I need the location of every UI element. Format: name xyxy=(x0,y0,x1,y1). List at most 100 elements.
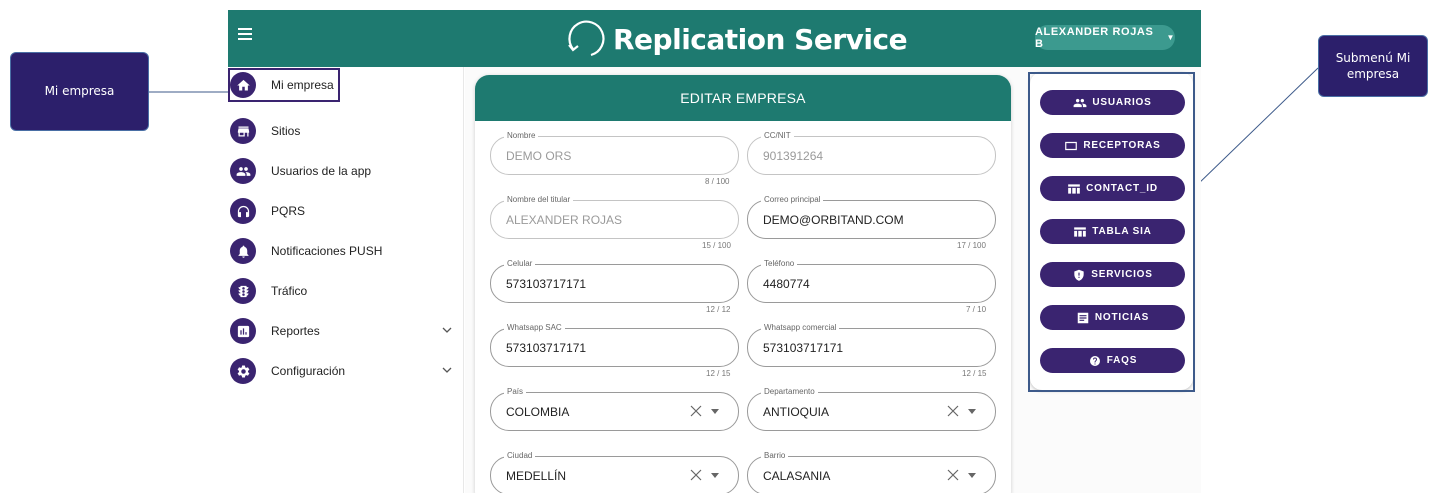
field-label: CC/NIT xyxy=(761,131,794,141)
sidebar-item-label: Usuarios de la app xyxy=(271,164,372,178)
button-label: RECEPTORAS xyxy=(1083,140,1161,151)
field-value: 573103717171 xyxy=(506,277,587,291)
barrio-select[interactable]: Barrio CALASANIA xyxy=(747,451,996,493)
field-label: Barrio xyxy=(761,451,789,461)
whatsapp-sac-field[interactable]: Whatsapp SAC 573103717171 xyxy=(490,323,739,367)
top-bar: Replication Service ALEXANDER ROJAS B ▼ xyxy=(228,10,1201,67)
close-icon[interactable] xyxy=(946,468,960,482)
sidebar-item-sitios[interactable]: Sitios xyxy=(228,114,460,148)
sidebar-item-configuracion[interactable]: Configuración xyxy=(228,354,460,388)
chevron-down-icon[interactable] xyxy=(442,365,452,375)
sidebar: Mi empresa Sitios Usuarios de la app PQR… xyxy=(228,67,464,493)
char-counter: 12 / 15 xyxy=(962,369,987,378)
sidebar-item-label: Mi empresa xyxy=(271,78,334,92)
caret-down-icon[interactable] xyxy=(968,409,976,415)
field-value: 4480774 xyxy=(763,277,810,291)
sidebar-item-reportes[interactable]: Reportes xyxy=(228,314,460,348)
table-icon xyxy=(1068,183,1080,194)
tabla-sia-button[interactable]: TABLA SIA xyxy=(1040,219,1185,244)
menu-icon[interactable] xyxy=(238,28,252,44)
field-label: Whatsapp comercial xyxy=(761,323,840,333)
table-icon xyxy=(1074,226,1087,237)
field-value: ALEXANDER ROJAS xyxy=(506,213,623,227)
caret-down-icon[interactable] xyxy=(711,409,719,415)
sidebar-item-trafico[interactable]: Tráfico xyxy=(228,274,460,308)
char-counter: 12 / 12 xyxy=(706,305,731,314)
sidebar-item-mi-empresa[interactable]: Mi empresa xyxy=(228,68,340,102)
button-label: FAQS xyxy=(1106,355,1138,366)
field-value: CALASANIA xyxy=(763,469,831,483)
people-icon xyxy=(1073,98,1087,107)
shield-alert-icon xyxy=(1074,269,1084,281)
field-value: 573103717171 xyxy=(506,341,587,355)
field-value: 901391264 xyxy=(763,149,824,163)
field-label: Celular xyxy=(504,259,536,269)
char-counter: 17 / 100 xyxy=(957,241,986,250)
user-name: ALEXANDER ROJAS B xyxy=(1035,25,1154,50)
nombre-field[interactable]: Nombre DEMO ORS xyxy=(490,131,739,175)
sidebar-item-label: Configuración xyxy=(271,364,346,378)
departamento-select[interactable]: Departamento ANTIOQUIA xyxy=(747,387,996,431)
receptoras-button[interactable]: RECEPTORAS xyxy=(1040,133,1185,158)
article-icon xyxy=(1077,312,1089,323)
char-counter: 15 / 100 xyxy=(702,241,731,250)
annotation-right-text: Submenú Mi empresa xyxy=(1335,50,1411,81)
faqs-button[interactable]: FAQS xyxy=(1040,348,1185,373)
card-title: EDITAR EMPRESA xyxy=(475,75,1011,121)
field-value: DEMO ORS xyxy=(506,149,572,163)
field-label: Ciudad xyxy=(504,451,536,461)
brand-logo: Replication Service xyxy=(565,17,908,61)
field-value: 573103717171 xyxy=(763,341,844,355)
home-icon xyxy=(230,72,256,98)
field-label: Departamento xyxy=(761,387,818,397)
sidebar-item-label: Notificaciones PUSH xyxy=(271,244,383,258)
annotation-mi-empresa: Mi empresa xyxy=(10,52,149,131)
right-connector-line xyxy=(1195,67,1319,187)
field-label: Nombre xyxy=(504,131,539,141)
app-title: Replication Service xyxy=(613,22,908,56)
field-label: Teléfono xyxy=(761,259,798,269)
field-label: Nombre del titular xyxy=(504,195,574,205)
noticias-button[interactable]: NOTICIAS xyxy=(1040,305,1185,330)
caret-down-icon: ▼ xyxy=(1166,33,1175,42)
sidebar-item-usuarios-app[interactable]: Usuarios de la app xyxy=(228,154,460,188)
sidebar-item-pqrs[interactable]: PQRS xyxy=(228,194,460,228)
titular-field[interactable]: Nombre del titular ALEXANDER ROJAS xyxy=(490,195,739,239)
char-counter: 7 / 10 xyxy=(966,305,987,314)
sidebar-item-label: Sitios xyxy=(271,124,301,138)
user-menu-button[interactable]: ALEXANDER ROJAS B ▼ xyxy=(1035,25,1175,50)
pais-select[interactable]: País COLOMBIA xyxy=(490,387,739,431)
button-label: TABLA SIA xyxy=(1092,226,1152,237)
close-icon[interactable] xyxy=(689,468,703,482)
help-icon xyxy=(1089,355,1100,366)
traffic-light-icon xyxy=(230,278,256,304)
ciudad-select[interactable]: Ciudad MEDELLÍN xyxy=(490,451,739,493)
caret-down-icon[interactable] xyxy=(968,473,976,479)
caret-down-icon[interactable] xyxy=(711,473,719,479)
app-window: Replication Service ALEXANDER ROJAS B ▼ … xyxy=(228,10,1201,493)
sidebar-item-label: Tráfico xyxy=(271,284,308,298)
chevron-down-icon[interactable] xyxy=(442,325,452,335)
char-counter: 8 / 100 xyxy=(705,177,730,186)
celular-field[interactable]: Celular 573103717171 xyxy=(490,259,739,303)
nit-field[interactable]: CC/NIT 901391264 xyxy=(747,131,996,175)
char-counter: 12 / 15 xyxy=(706,369,731,378)
field-value: ANTIOQUIA xyxy=(763,405,830,419)
field-label: País xyxy=(504,387,527,397)
button-label: USUARIOS xyxy=(1092,97,1152,108)
people-icon xyxy=(230,158,256,184)
correo-field[interactable]: Correo principal DEMO@ORBITAND.COM xyxy=(747,195,996,239)
submenu-panel: USUARIOS RECEPTORAS CONTACT_ID TABLA SIA… xyxy=(1030,72,1193,390)
close-icon[interactable] xyxy=(946,404,960,418)
telefono-field[interactable]: Teléfono 4480774 xyxy=(747,259,996,303)
usuarios-button[interactable]: USUARIOS xyxy=(1040,90,1185,115)
close-icon[interactable] xyxy=(689,404,703,418)
field-label: Correo principal xyxy=(761,195,824,205)
sidebar-item-label: PQRS xyxy=(271,204,306,218)
headset-icon xyxy=(230,198,256,224)
field-label: Whatsapp SAC xyxy=(504,323,565,333)
servicios-button[interactable]: SERVICIOS xyxy=(1040,262,1185,287)
sidebar-item-notificaciones[interactable]: Notificaciones PUSH xyxy=(228,234,460,268)
whatsapp-comercial-field[interactable]: Whatsapp comercial 573103717171 xyxy=(747,323,996,367)
contact-id-button[interactable]: CONTACT_ID xyxy=(1040,176,1185,201)
